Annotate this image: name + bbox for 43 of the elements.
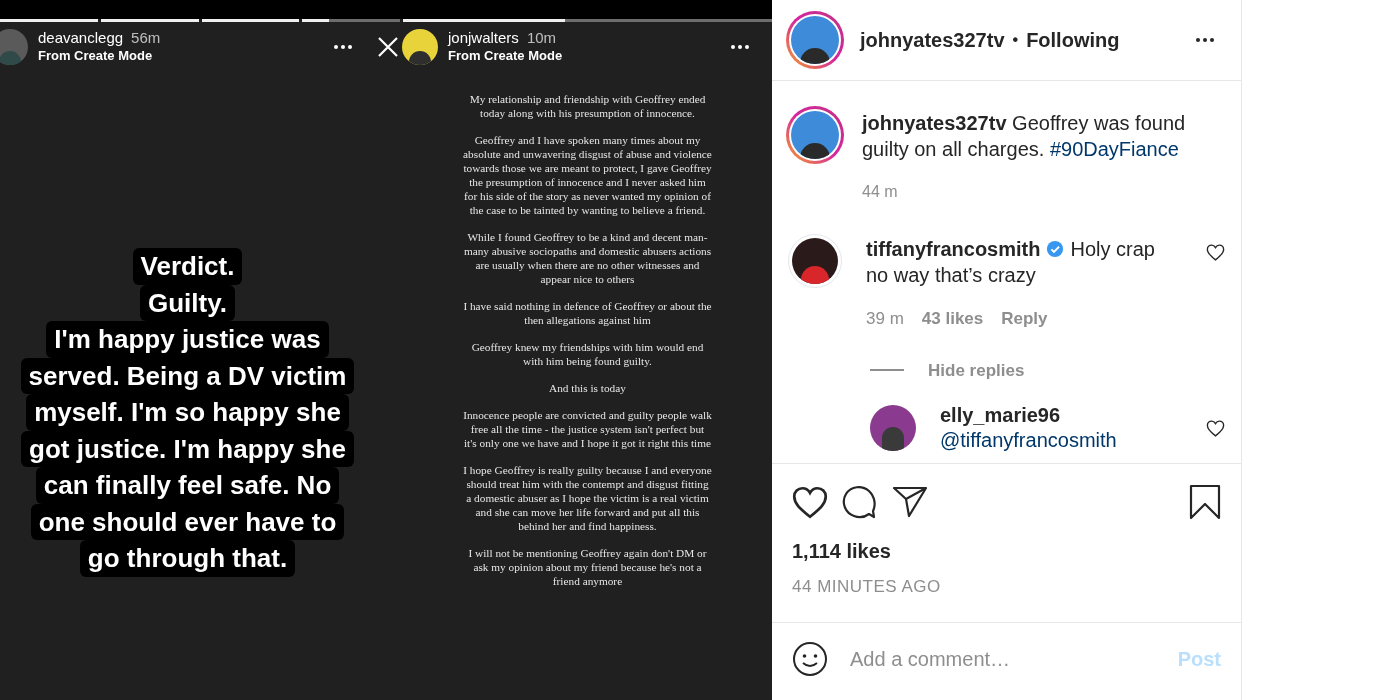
story-paragraph: Geoffrey knew my friendships with him would end with him being found guilty.	[470, 340, 705, 368]
heart-icon[interactable]	[1206, 419, 1225, 437]
timestamp: 56m	[131, 29, 161, 47]
avatar[interactable]	[402, 29, 438, 65]
more-icon[interactable]	[730, 44, 750, 50]
story-paragraph: I hope Geoffrey is really guilty because I and everyone should treat him with the contempt and disgust fitting a domestic abuser as I hope the victim is a real victim and she can move her life forward and put all this behind her and find happiness.	[463, 463, 712, 533]
caption-text: johnyates327tv Geoffrey was found guilty on all charges. #90DayFiance	[862, 111, 1187, 162]
story-paragraph: And this is today	[549, 381, 626, 395]
likes-count[interactable]: 1,114 likes	[772, 536, 1241, 566]
story-paragraph: My relationship and friendship with Geoffrey ended today along with his presumption of innocence.	[468, 92, 707, 120]
mention-link[interactable]: @tiffanyfrancosmith	[940, 428, 1117, 453]
more-icon[interactable]	[1195, 37, 1215, 43]
story-paragraph: While I found Geoffrey to be a kind and decent man- many abusive sociopaths and domestic abusers actions are usually when there are no other witnesses and appear nice to others	[463, 230, 712, 286]
avatar[interactable]	[870, 405, 916, 451]
comment-text: tiffanyfrancosmith Holy crap no way that’s crazy	[866, 237, 1156, 288]
username[interactable]: elly_marie96	[940, 403, 1117, 428]
emoji-icon[interactable]	[792, 640, 828, 677]
heart-icon[interactable]	[792, 485, 828, 519]
avatar[interactable]	[786, 106, 844, 164]
post-age: 44 MINUTES AGO	[791, 576, 942, 598]
username[interactable]: johnyates327tv	[860, 25, 1005, 55]
comment-field[interactable]: Add a comment…	[850, 643, 1178, 674]
story-paragraph: Innocence people are convicted and guilty people walk free all the time - the justice system isn't perfect but it's only one we have and I hope it got it right this time	[463, 408, 712, 450]
story-subtitle: From Create Mode	[448, 47, 563, 65]
username[interactable]: jonjwalters	[448, 29, 519, 47]
username[interactable]: deavanclegg	[38, 29, 124, 47]
timestamp: 44 m	[862, 182, 899, 202]
more-icon[interactable]	[333, 44, 353, 50]
close-icon[interactable]	[376, 35, 400, 59]
story-paragraph: I will not be mentioning Geoffrey again don't DM or ask my opinion about my friend because he's not a friend anymore	[467, 546, 708, 588]
heart-icon[interactable]	[1206, 244, 1225, 261]
timestamp: 10m	[526, 29, 557, 47]
story-subtitle: From Create Mode	[38, 47, 154, 65]
hashtag-link[interactable]: #90DayFiance	[1049, 138, 1179, 160]
avatar[interactable]	[786, 11, 844, 69]
timestamp: 39 m	[866, 308, 904, 330]
separator-dot: •	[1012, 30, 1019, 50]
story-paragraph: I have said nothing in defence of Geoffrey or about the then allegations against him	[463, 299, 712, 327]
bookmark-icon[interactable]	[1189, 484, 1221, 520]
share-icon[interactable]	[892, 486, 928, 518]
story-paragraph: Geoffrey and I have spoken many times about my absolute and unwavering disgust of abuse and violence towards those we are meant to protect, I gave Geoffrey the presumption of innocence and I never asked him for his side of the story as never wanted my opinion of the case to be tainted by wanting to believe a friend.	[463, 133, 712, 217]
follow-status[interactable]: Following	[1026, 25, 1120, 55]
comment-icon[interactable]	[842, 485, 878, 519]
